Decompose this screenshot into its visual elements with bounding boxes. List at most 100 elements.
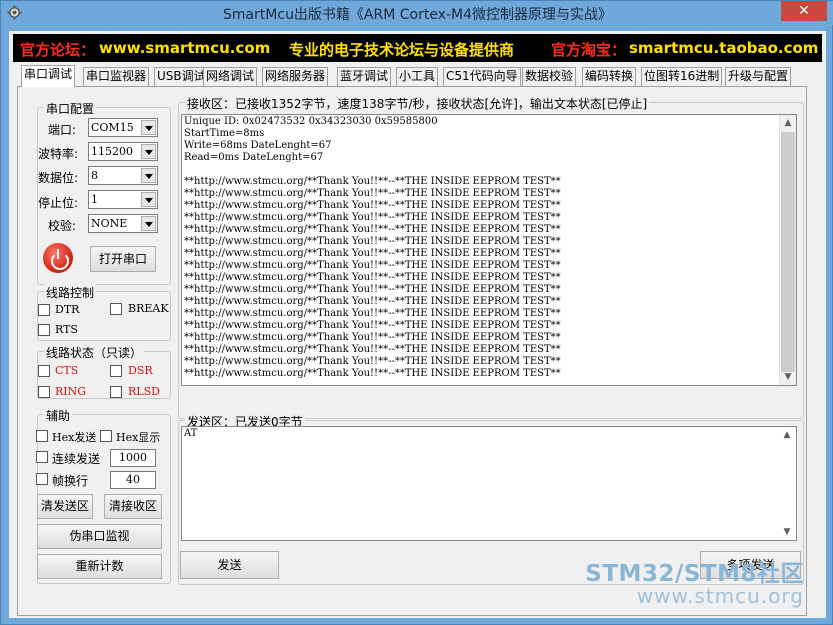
rts-label: RTS — [55, 323, 78, 336]
receive-line: **http://www.stmcu.org/**Thank You!!**--… — [184, 200, 561, 211]
window-title: SmartMcu出版书籍《ARM Cortex-M4微控制器原理与实战》 — [222, 7, 613, 23]
receive-line — [184, 164, 778, 176]
receive-line: **http://www.stmcu.org/**Thank You!!**--… — [184, 248, 561, 259]
receive-line: **http://www.stmcu.org/**Thank You!!**--… — [184, 260, 561, 271]
tab-serial-monitor[interactable]: 串口监视器 — [83, 67, 150, 86]
pseudo-monitor-button[interactable]: 伪串口监视 — [37, 524, 162, 549]
port-value: COM15 — [91, 121, 134, 134]
banner-shop-url[interactable]: smartmcu.taobao.com — [629, 39, 818, 57]
tab-bluetooth-debug[interactable]: 蓝牙调试 — [337, 67, 392, 86]
banner-forum-label: 官方论坛： — [20, 41, 96, 59]
receive-line: **http://www.stmcu.org/**Thank You!!**--… — [184, 188, 561, 199]
receive-line: **http://www.stmcu.org/**Thank You!!**--… — [184, 212, 561, 223]
receive-line: **http://www.stmcu.org/**Thank You!!**--… — [184, 284, 561, 295]
rlsd-checkbox — [110, 386, 122, 398]
scroll-thumb[interactable] — [781, 132, 795, 372]
chevron-down-icon[interactable] — [141, 168, 156, 183]
frame-value-input[interactable]: 40 — [110, 471, 156, 489]
stopbits-select[interactable]: 1 — [88, 190, 158, 209]
cts-checkbox — [38, 365, 50, 377]
send-button[interactable]: 发送 — [180, 551, 279, 579]
receive-line: Read=0ms DateLenght=67 — [184, 152, 324, 163]
receive-line: **http://www.stmcu.org/**Thank You!!**--… — [184, 296, 561, 307]
banner-shop-label: 官方淘宝： — [551, 41, 627, 59]
parity-label: 校验: — [48, 219, 77, 233]
line-control-title: 线路控制 — [44, 284, 97, 301]
receive-line: **http://www.stmcu.org/**Thank You!!**--… — [184, 344, 561, 355]
receive-line: **http://www.stmcu.org/**Thank You!!**--… — [184, 320, 561, 331]
ad-banner: 官方论坛： www.smartmcu.com 专业的电子技术论坛与设备提供商 官… — [13, 34, 822, 62]
dsr-checkbox — [110, 365, 122, 377]
banner-slogan: 专业的电子技术论坛与设备提供商 — [289, 41, 515, 59]
chevron-down-icon[interactable] — [141, 120, 156, 135]
receive-line: **http://www.stmcu.org/**Thank You!!**--… — [184, 176, 561, 187]
dtr-checkbox[interactable] — [38, 304, 50, 316]
cts-label: CTS — [55, 364, 79, 377]
receive-line: **http://www.stmcu.org/**Thank You!!**--… — [184, 308, 561, 319]
tab-usb-debug[interactable]: USB调试 — [154, 67, 209, 86]
clear-recv-button[interactable]: 清接收区 — [104, 494, 162, 519]
tab-tools[interactable]: 小工具 — [396, 67, 439, 86]
send-text: AT — [184, 428, 198, 439]
continuous-send-checkbox[interactable] — [36, 451, 48, 463]
continuous-interval-input[interactable]: 1000 — [110, 449, 156, 467]
open-port-button[interactable]: 打开串口 — [90, 246, 156, 272]
scroll-down-icon[interactable]: ▼ — [780, 369, 796, 385]
app-window: SmartMcu出版书籍《ARM Cortex-M4微控制器原理与实战》 ✕ 官… — [0, 0, 833, 625]
tab-serial-debug[interactable]: 串口调试 — [21, 65, 76, 87]
tab-c51-wizard[interactable]: C51代码向导 — [443, 67, 521, 86]
port-select[interactable]: COM15 — [88, 118, 158, 137]
port-label: 端口: — [48, 123, 77, 137]
parity-select[interactable]: NONE — [88, 214, 158, 233]
scroll-down-icon[interactable]: ▼ — [779, 524, 795, 540]
continuous-send-label: 连续发送 — [52, 452, 101, 466]
chevron-down-icon[interactable] — [141, 144, 156, 159]
rts-checkbox[interactable] — [38, 324, 50, 336]
chevron-down-icon[interactable] — [141, 216, 156, 231]
break-checkbox[interactable] — [110, 303, 122, 315]
power-icon[interactable] — [43, 243, 73, 273]
baud-select[interactable]: 115200 — [88, 142, 158, 161]
send-textbox[interactable]: AT ▲ ▼ — [181, 426, 797, 541]
clear-send-button[interactable]: 清发送区 — [37, 494, 93, 519]
chevron-down-icon[interactable] — [141, 192, 156, 207]
close-button[interactable]: ✕ — [781, 1, 827, 21]
scroll-up-icon[interactable]: ▲ — [779, 427, 795, 443]
receive-line: **http://www.stmcu.org/**Thank You!!**--… — [184, 236, 561, 247]
serial-debug-panel: 串口配置 端口: COM15 波特率: 115200 数据位: 8 停止位: 1… — [17, 86, 807, 616]
tab-encoding[interactable]: 编码转换 — [582, 67, 637, 86]
databits-value: 8 — [91, 169, 98, 182]
receive-line: Write=68ms DateLenght=67 — [184, 140, 332, 151]
tab-checksum[interactable]: 数据校验 — [522, 67, 577, 86]
tab-network-debug[interactable]: 网络调试 — [203, 67, 258, 86]
dtr-label: DTR — [55, 303, 80, 316]
frame-newline-checkbox[interactable] — [36, 473, 48, 485]
receive-line: **http://www.stmcu.org/**Thank You!!**--… — [184, 332, 561, 343]
scroll-up-icon[interactable]: ▲ — [780, 115, 796, 131]
tab-upgrade[interactable]: 升级与配置 — [725, 67, 792, 86]
hex-send-checkbox[interactable] — [36, 430, 48, 442]
ring-checkbox — [38, 386, 50, 398]
rlsd-label: RLSD — [128, 385, 160, 398]
community-watermark: STM32/STM8社区 www.stmcu.org — [585, 554, 804, 608]
receive-text: Unique ID: 0x02473532 0x34323030 0x59585… — [184, 116, 778, 380]
reset-count-button[interactable]: 重新计数 — [37, 554, 162, 579]
title-bar: SmartMcu出版书籍《ARM Cortex-M4微控制器原理与实战》 ✕ — [1, 1, 833, 25]
databits-select[interactable]: 8 — [88, 166, 158, 185]
send-scrollbar[interactable]: ▲ ▼ — [779, 427, 796, 540]
stopbits-label: 停止位: — [38, 196, 79, 210]
hex-send-label: Hex发送 — [52, 431, 97, 444]
tab-bitmap-hex[interactable]: 位图转16进制 — [641, 67, 723, 86]
receive-scrollbar[interactable]: ▲ ▼ — [779, 115, 796, 385]
receive-line: **http://www.stmcu.org/**Thank You!!**--… — [184, 356, 561, 367]
tab-strip: 串口调试 串口监视器 USB调试 网络调试 网络服务器 蓝牙调试 小工具 C51… — [17, 65, 807, 87]
receive-line: Unique ID: 0x02473532 0x34323030 0x59585… — [184, 116, 438, 127]
receive-line: **http://www.stmcu.org/**Thank You!!**--… — [184, 224, 561, 235]
frame-newline-label: 帧换行 — [52, 474, 89, 488]
receive-textbox[interactable]: Unique ID: 0x02473532 0x34323030 0x59585… — [181, 114, 797, 386]
tab-network-server[interactable]: 网络服务器 — [262, 67, 329, 86]
hex-display-checkbox[interactable] — [100, 430, 112, 442]
banner-forum-url[interactable]: www.smartmcu.com — [99, 39, 270, 57]
receive-line: **http://www.stmcu.org/**Thank You!!**--… — [184, 272, 561, 283]
hex-display-label: Hex显示 — [116, 431, 161, 444]
